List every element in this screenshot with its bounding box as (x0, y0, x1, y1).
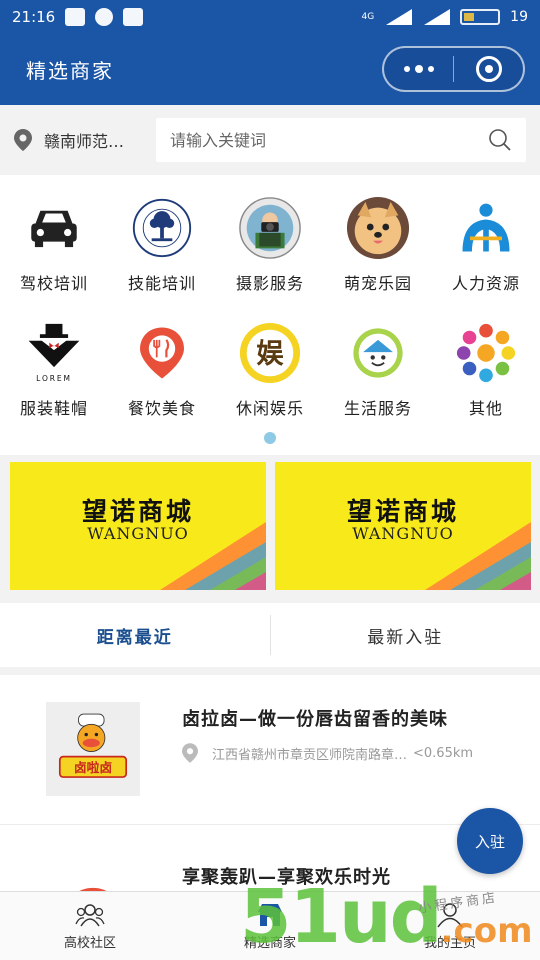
food-pin-icon (140, 327, 184, 379)
watermark-suffix: .com (440, 911, 533, 951)
category-skills-training[interactable]: 技能培训 (108, 195, 216, 294)
category-grid: 驾校培训 技能培训 摄影服务 萌宠乐园 人力资源 LOREM 服装鞋帽 餐饮美食… (0, 175, 540, 455)
search-box[interactable] (156, 118, 526, 162)
merchant-logo (46, 860, 140, 891)
status-bar: 21:16 4G 19 (0, 0, 540, 34)
entertainment-logo-text: 娱 (256, 339, 284, 370)
category-photography[interactable]: 摄影服务 (216, 195, 324, 294)
category-label: 萌宠乐园 (343, 274, 412, 293)
banner-title: 望诺商城 (346, 497, 459, 526)
entertainment-icon: 娱 (239, 322, 301, 384)
category-label: 服装鞋帽 (19, 399, 88, 418)
miniprogram-capsule (382, 46, 525, 92)
tab-nearest[interactable]: 距离最近 (0, 603, 270, 667)
category-entertainment[interactable]: 娱 休闲娱乐 (216, 320, 324, 419)
merchant-address: 江西省赣州市章贡区师院南路章… (212, 747, 408, 763)
merchant-distance: <0.65km (413, 745, 474, 761)
location-selector[interactable]: 赣南师范… (14, 128, 156, 152)
car-icon (31, 210, 77, 248)
merchant-name: 卤拉卤—做一份唇齿留香的美味 (182, 709, 448, 730)
category-label: 人力资源 (451, 274, 520, 293)
category-label: 餐饮美食 (127, 399, 196, 418)
network-type: 4G (361, 12, 375, 22)
app-notification-icon (123, 8, 144, 26)
banner-subtitle: WANGNUO (87, 524, 189, 543)
category-other[interactable]: 其他 (432, 320, 540, 419)
location-pin-icon (14, 129, 32, 151)
category-pet-park[interactable]: 萌宠乐园 (324, 195, 432, 294)
category-human-resources[interactable]: 人力资源 (432, 195, 540, 294)
category-label: 摄影服务 (235, 274, 304, 293)
category-row-2: LOREM 服装鞋帽 餐饮美食 娱 休闲娱乐 生活服务 其他 (0, 320, 540, 419)
sort-tabs: 距离最近 最新入驻 (0, 603, 540, 667)
search-icon[interactable] (488, 128, 512, 152)
category-driving-school[interactable]: 驾校培训 (0, 195, 108, 294)
merchant-logo: 卤啦卤 (46, 702, 140, 796)
life-service-icon (353, 328, 403, 378)
banner-subtitle: WANGNUO (352, 524, 454, 543)
community-icon (75, 903, 105, 926)
category-life-services[interactable]: 生活服务 (324, 320, 432, 419)
university-seal-icon (132, 198, 192, 258)
app-header: 精选商家 (0, 34, 540, 105)
target-icon (475, 56, 502, 82)
signal-icon-2 (422, 9, 451, 25)
more-button[interactable] (384, 65, 453, 73)
category-food[interactable]: 餐饮美食 (108, 320, 216, 419)
close-miniprogram-button[interactable] (454, 56, 523, 82)
merchant-logo-text: 卤啦卤 (74, 760, 112, 776)
nav-label: 高校社区 (63, 935, 116, 951)
photographer-icon (239, 197, 301, 259)
search-bar: 赣南师范… (0, 105, 540, 175)
category-label: 驾校培训 (19, 274, 88, 293)
battery-icon (460, 9, 501, 25)
banner-title: 望诺商城 (81, 497, 194, 526)
page-title: 精选商家 (26, 59, 114, 83)
list-item[interactable]: 卤啦卤 卤拉卤—做一份唇齿留香的美味 江西省赣州市章贡区师院南路章… <0.65… (0, 675, 540, 825)
category-clothing[interactable]: LOREM 服装鞋帽 (0, 320, 108, 419)
category-label: 休闲娱乐 (235, 399, 304, 418)
banner-row: 望诺商城 WANGNUO 望诺商城 WANGNUO (0, 455, 540, 600)
clock: 21:16 (12, 8, 56, 26)
image-notification-icon (65, 8, 86, 26)
signal-icon (384, 9, 413, 25)
duck-chef-logo-icon: 卤啦卤 (58, 713, 128, 778)
pagination-dot (264, 432, 276, 444)
category-label: 技能培训 (127, 274, 196, 293)
category-label: 生活服务 (343, 399, 412, 418)
watermark-text: 51ud (240, 874, 443, 960)
location-label: 赣南师范… (44, 132, 125, 151)
message-notification-icon (95, 8, 114, 26)
hr-logo-icon (462, 203, 510, 252)
colorful-circle-icon (456, 323, 516, 383)
tuxedo-logo-text: LOREM (36, 374, 72, 383)
banner-wangnuo-1[interactable]: 望诺商城 WANGNUO (10, 462, 266, 590)
join-merchant-button[interactable]: 入驻 (457, 808, 523, 874)
nav-campus-community[interactable]: 高校社区 (0, 892, 180, 960)
location-pin-icon (182, 743, 198, 763)
party-logo-icon (79, 887, 107, 891)
merchant-list: 卤啦卤 卤拉卤—做一份唇齿留香的美味 江西省赣州市章贡区师院南路章… <0.65… (0, 675, 540, 891)
battery-level: 19 (510, 9, 528, 25)
search-input[interactable] (170, 130, 488, 150)
banner-wangnuo-2[interactable]: 望诺商城 WANGNUO (275, 462, 531, 590)
tab-newest[interactable]: 最新入驻 (271, 603, 540, 667)
tuxedo-icon: LOREM (28, 323, 80, 383)
merchant-address-row: 江西省赣州市章贡区师院南路章… <0.65km (182, 743, 473, 763)
category-row-1: 驾校培训 技能培训 摄影服务 萌宠乐园 人力资源 (0, 195, 540, 294)
puppy-icon (346, 196, 410, 260)
category-label: 其他 (468, 399, 503, 418)
